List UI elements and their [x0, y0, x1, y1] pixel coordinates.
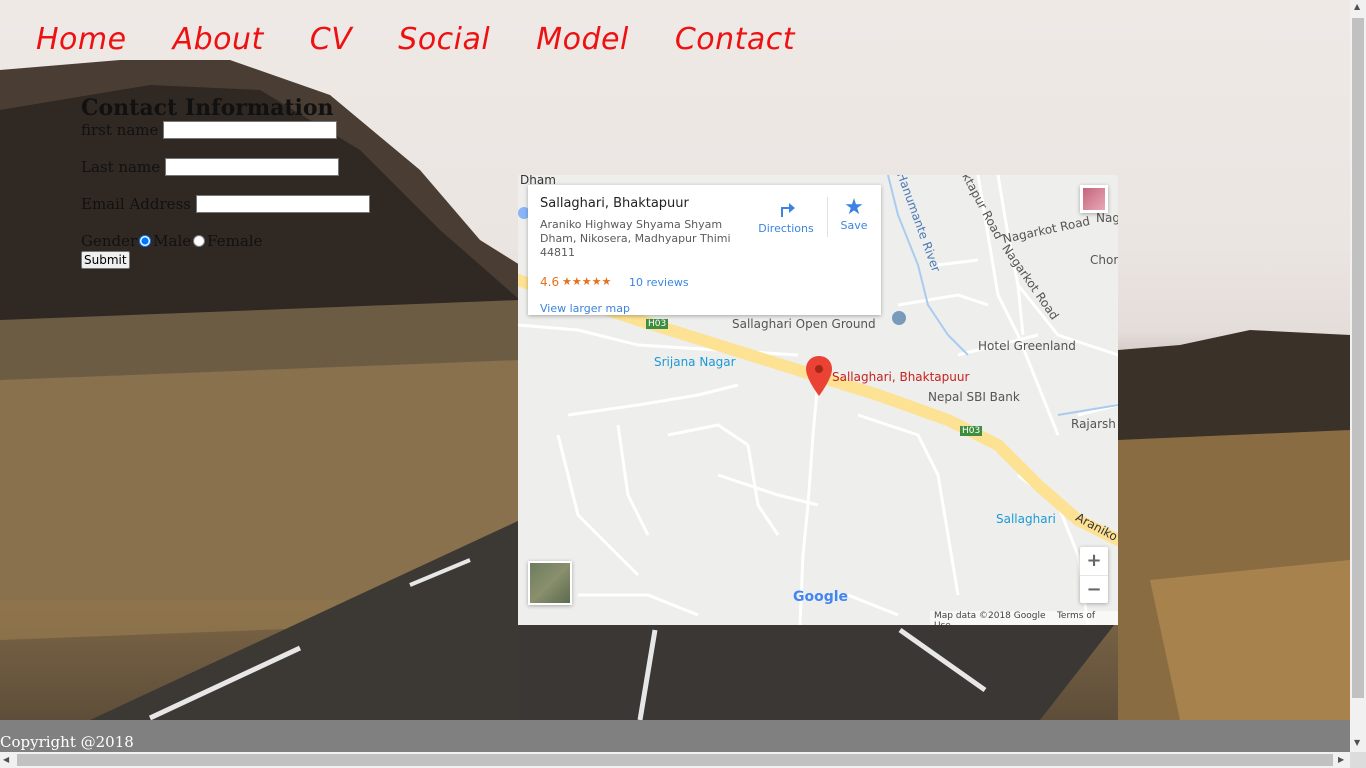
place-name: Sallaghari, Bhaktapuur — [540, 196, 689, 211]
horizontal-scroll-thumb[interactable] — [17, 754, 1333, 766]
scroll-left-arrow-icon[interactable]: ◀ — [3, 755, 9, 764]
nav-about-link[interactable]: About — [173, 22, 264, 57]
directions-label: Directions — [758, 222, 814, 235]
place-address: Araniko Highway Shyama Shyam Dham, Nikos… — [540, 218, 731, 259]
map-label-srijana-nagar: Srijana Nagar — [654, 355, 736, 369]
submit-button[interactable]: Submit — [81, 251, 130, 269]
first-name-input[interactable] — [163, 121, 338, 139]
map-label-open-ground: Sallaghari Open Ground — [732, 317, 876, 331]
zoom-controls: + − — [1080, 547, 1108, 603]
main-nav: Home About CV Social Model Contact — [36, 22, 841, 57]
last-name-label: Last name — [81, 158, 161, 176]
map-label-sbi-bank: Nepal SBI Bank — [928, 390, 1020, 404]
scroll-up-arrow-icon[interactable]: ▲ — [1354, 2, 1360, 11]
card-divider — [827, 197, 828, 237]
highway-badge-2: H03 — [960, 426, 983, 436]
male-label: Male — [153, 232, 192, 250]
email-label: Email Address — [81, 195, 191, 213]
contact-form: Contact Information first name Last name… — [81, 95, 370, 269]
park-pin-icon — [892, 311, 906, 325]
email-input[interactable] — [195, 195, 370, 213]
map-label-sallaghari: Sallaghari — [996, 512, 1056, 526]
form-heading: Contact Information — [81, 95, 334, 121]
female-label: Female — [207, 232, 263, 250]
first-name-label: first name — [81, 121, 159, 139]
horizontal-scrollbar[interactable]: ◀ ▶ — [0, 752, 1350, 768]
first-name-row: first name — [81, 121, 370, 158]
nav-social-link[interactable]: Social — [398, 22, 490, 57]
gender-label: Gender — [81, 232, 138, 250]
map-label-pin: Sallaghari, Bhaktapuur — [832, 370, 970, 384]
map-label-chor: Chor — [1090, 253, 1118, 267]
nav-cv-link[interactable]: CV — [310, 22, 352, 57]
map-label-rajarsh: Rajarsh — [1071, 417, 1116, 431]
zoom-out-button[interactable]: − — [1080, 575, 1108, 604]
scroll-down-arrow-icon[interactable]: ▼ — [1354, 738, 1360, 747]
last-name-row: Last name — [81, 158, 370, 195]
map-data-text: Map data ©2018 Google — [934, 611, 1046, 621]
highway-badge-1: H03 — [646, 319, 669, 329]
scroll-right-arrow-icon[interactable]: ▶ — [1338, 755, 1344, 764]
nav-contact-link[interactable]: Contact — [675, 22, 795, 57]
place-info-card: Sallaghari, Bhaktapuur Araniko Highway S… — [528, 185, 881, 315]
reviews-link[interactable]: 10 reviews — [629, 276, 689, 289]
star-icon: ★ — [844, 195, 864, 220]
map-label-hotel: Hotel Greenland — [978, 339, 1076, 353]
nav-home-link[interactable]: Home — [36, 22, 127, 57]
email-row: Email Address — [81, 195, 370, 232]
google-map-embed[interactable]: Dham Sallaghari Open Ground Srijana Naga… — [518, 175, 1118, 625]
map-label-nag: Nag — [1096, 211, 1118, 225]
vertical-scrollbar[interactable]: ▲ ▼ — [1350, 0, 1366, 752]
nav-model-link[interactable]: Model — [536, 22, 629, 57]
directions-icon — [781, 203, 795, 217]
satellite-toggle-button[interactable] — [528, 561, 572, 605]
place-rating: 4.6 — [540, 275, 560, 289]
google-logo: Google — [793, 589, 849, 605]
copyright-text: Copyright @2018 — [0, 733, 134, 751]
vertical-scroll-thumb[interactable] — [1352, 18, 1364, 698]
footer: Copyright @2018 — [0, 720, 1350, 752]
zoom-in-button[interactable]: + — [1080, 547, 1108, 575]
save-button[interactable]: ★ Save — [834, 195, 874, 233]
map-marker-icon[interactable] — [806, 356, 832, 396]
view-larger-map-link[interactable]: View larger map — [540, 302, 630, 315]
user-avatar-icon[interactable] — [1080, 185, 1108, 213]
male-radio[interactable] — [139, 235, 152, 247]
female-radio[interactable] — [193, 235, 206, 247]
last-name-input[interactable] — [164, 158, 339, 176]
directions-button[interactable]: Directions — [756, 197, 816, 235]
gender-row: Gender Male Female — [81, 232, 370, 250]
scrollbar-corner — [1350, 752, 1366, 768]
map-attribution: Map data ©2018 Google Terms of Use — [930, 611, 1118, 625]
save-label: Save — [840, 219, 868, 232]
rating-stars-icon: ★★★★★ — [562, 275, 612, 288]
